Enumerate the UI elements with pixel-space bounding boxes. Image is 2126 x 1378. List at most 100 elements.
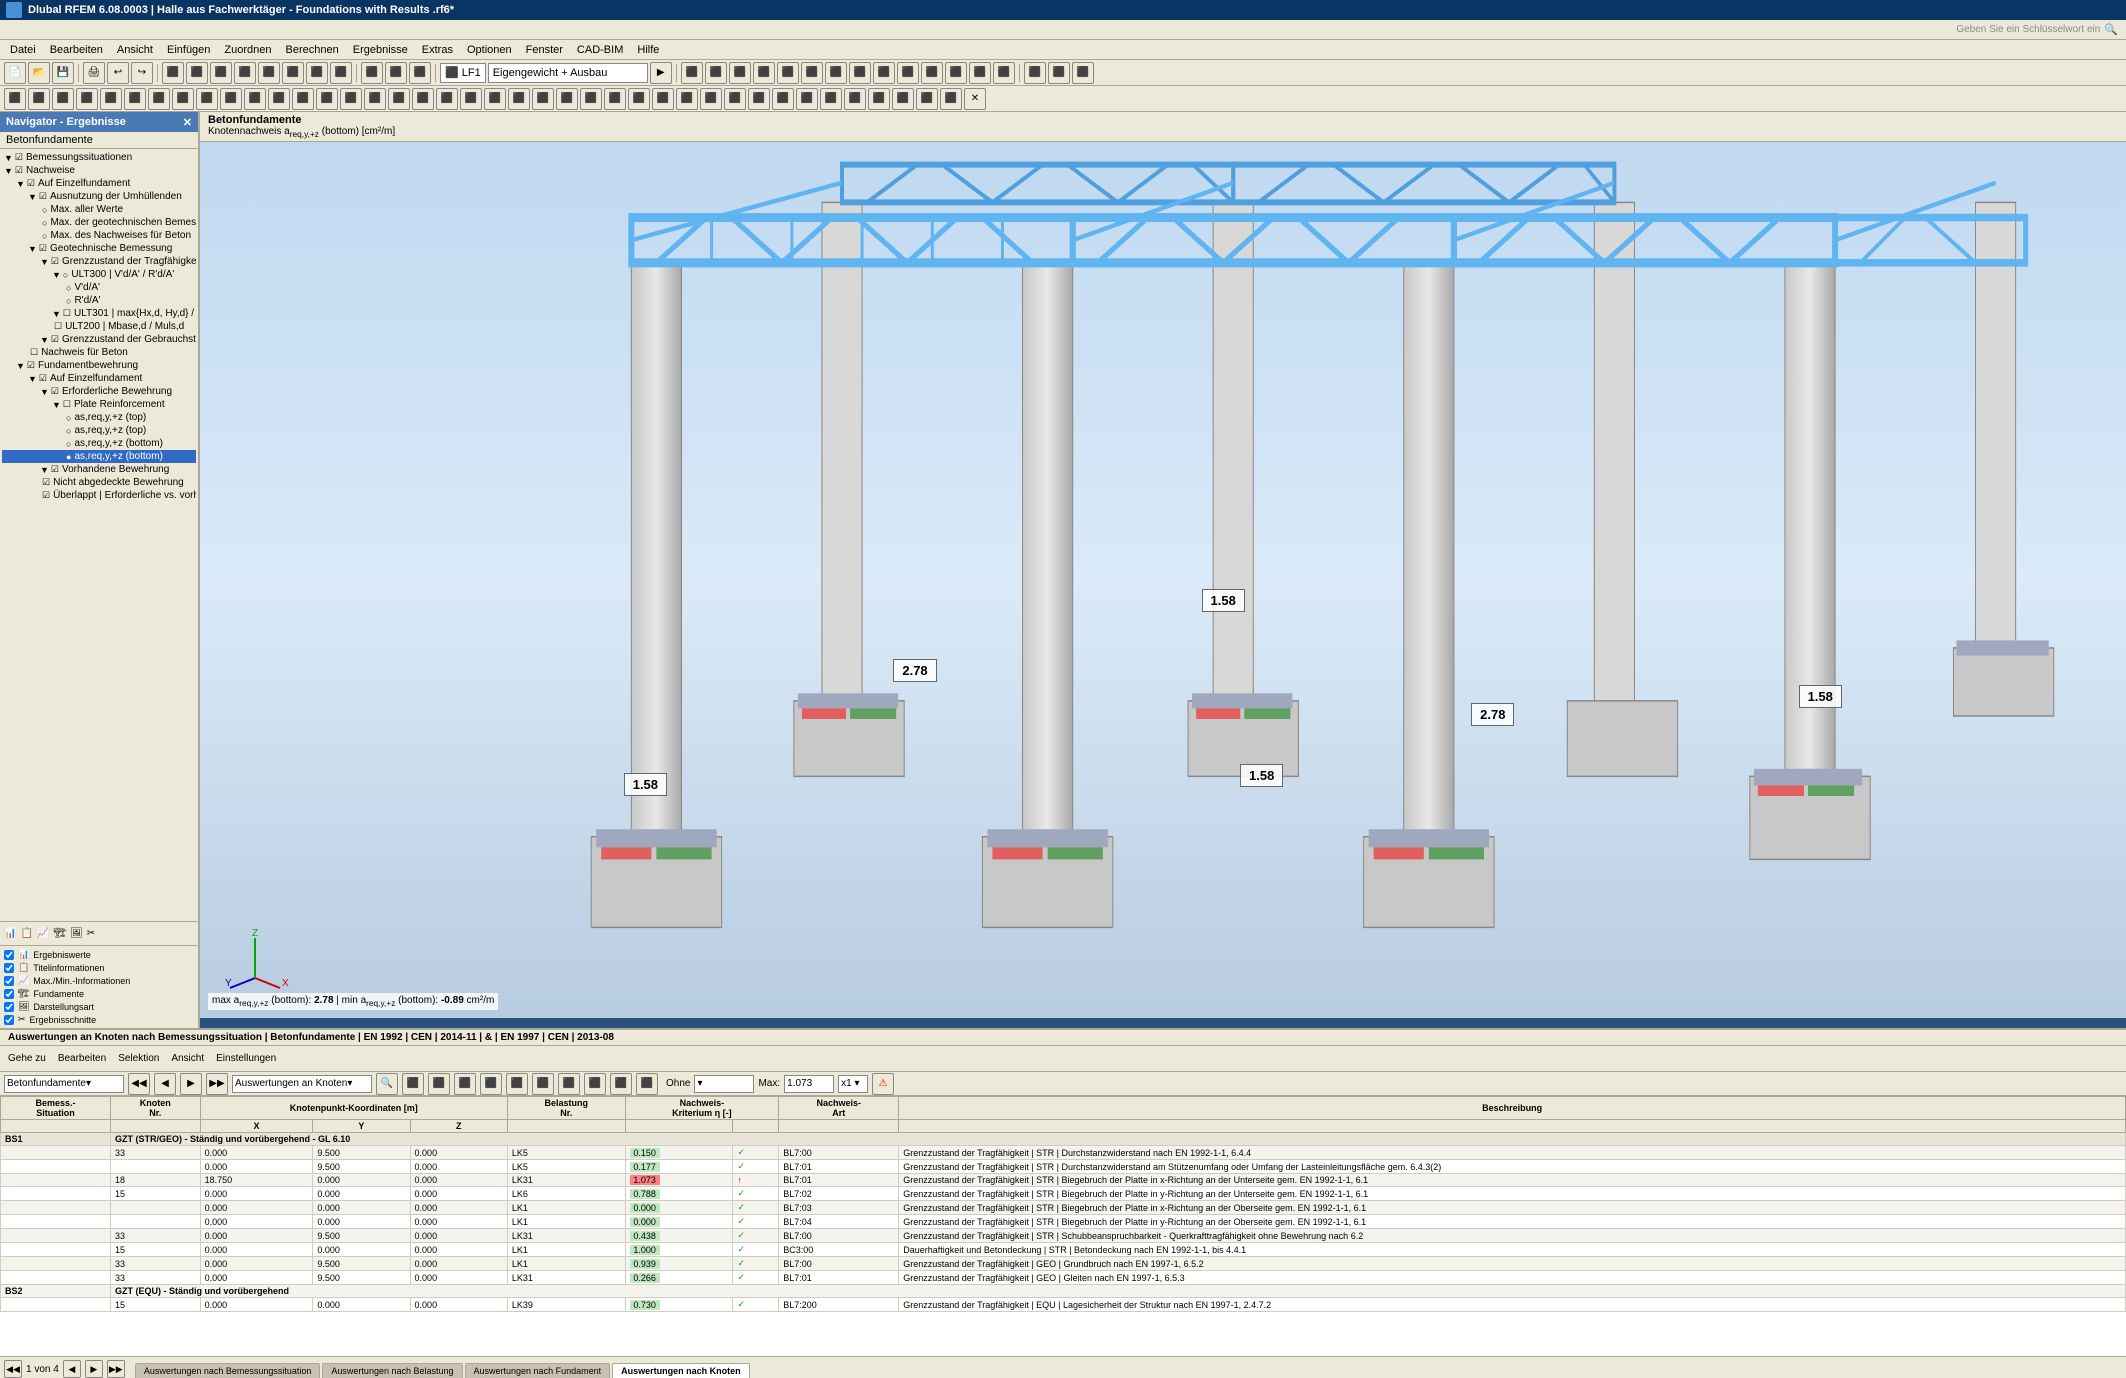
btn28[interactable]: ⬛ [993,62,1015,84]
viewport-3d[interactable]: 1.58 2.78 1.58 1.58 2.78 1.58 Y X Z [200,142,2126,1018]
table-row[interactable]: 150.0000.0000.000LK60.788✓BL7:02Grenzzus… [1,1187,2126,1201]
nav-icon-item-5[interactable]: 🖼 Darstellungsart [4,1000,194,1013]
btn24[interactable]: ⬛ [897,62,919,84]
tb2-btn31[interactable]: ⬛ [724,88,746,110]
tb2-btn8[interactable]: ⬛ [172,88,194,110]
tree-control-1[interactable]: ☑ [15,165,23,176]
nav-schnitt-icon[interactable]: ✂ [87,928,95,939]
viewport[interactable]: Betonfundamente Knotennachweis areq,y,+z… [200,112,2126,1028]
tree-item-19[interactable]: ▼☐Plate Reinforcement [2,398,196,411]
tb2-btn39[interactable]: ⬛ [916,88,938,110]
tab-fundament[interactable]: Auswertungen nach Fundament [465,1363,611,1378]
nav-icon-item-6[interactable]: ✂ Ergebnisschnitte [4,1013,194,1026]
table-row[interactable]: 0.0009.5000.000LK50.177✓BL7:01Grenzzusta… [1,1160,2126,1174]
tree-control-17[interactable]: ☑ [39,373,47,384]
res-btn3[interactable]: ⬛ [454,1073,476,1095]
new-btn[interactable]: 📄 [4,62,26,84]
tree-control-19[interactable]: ☐ [63,399,71,410]
btn3[interactable]: ⬛ [162,62,184,84]
tb2-btn32[interactable]: ⬛ [748,88,770,110]
tree-item-10[interactable]: ○V'd/A' [2,281,196,294]
tree-control-20[interactable]: ○ [66,413,71,423]
group-row-0[interactable]: BS1GZT (STR/GEO) - Ständig und vorüberge… [1,1133,2126,1146]
tb2-btn11[interactable]: ⬛ [244,88,266,110]
tab-knoten[interactable]: Auswertungen nach Knoten [612,1363,750,1378]
res-goto[interactable]: Gehe zu [4,1053,50,1064]
menu-berechnen[interactable]: Berechnen [280,43,345,57]
tree-item-0[interactable]: ▼☑Bemessungssituationen [2,151,196,164]
btn14[interactable]: ▶ [650,62,672,84]
btn18[interactable]: ⬛ [753,62,775,84]
tree-control-25[interactable]: ☑ [42,477,50,488]
res-btn7[interactable]: ⬛ [558,1073,580,1095]
tree-item-20[interactable]: ○as,req,y,+z (top) [2,411,196,424]
nav-icon-item-4[interactable]: 🏗 Fundamente [4,987,194,1000]
nav-icon-item-1[interactable]: 📊 Ergebniswerte [4,948,194,961]
tree-item-11[interactable]: ○R'd/A' [2,294,196,307]
nav-icon-item-3[interactable]: 📈 Max./Min.-Informationen [4,974,194,987]
res-btn5[interactable]: ⬛ [506,1073,528,1095]
tb2-btn12[interactable]: ⬛ [268,88,290,110]
auswertungen-dropdown[interactable]: Auswertungen an Knoten ▾ [232,1075,372,1093]
menu-extras[interactable]: Extras [416,43,459,57]
menu-hilfe[interactable]: Hilfe [631,43,665,57]
tree-control-5[interactable]: ○ [42,218,47,228]
print-btn[interactable]: 🖨 [83,62,105,84]
menu-optionen[interactable]: Optionen [461,43,518,57]
tb2-btn22[interactable]: ⬛ [508,88,530,110]
res-btn9[interactable]: ⬛ [610,1073,632,1095]
btn5[interactable]: ⬛ [210,62,232,84]
btn26[interactable]: ⬛ [945,62,967,84]
res-warning-btn[interactable]: ⚠ [872,1073,894,1095]
btn25[interactable]: ⬛ [921,62,943,84]
tb2-btn27[interactable]: ⬛ [628,88,650,110]
tree-control-11[interactable]: ○ [66,296,71,306]
tree-control-3[interactable]: ☑ [39,191,47,202]
tb2-btn24[interactable]: ⬛ [556,88,578,110]
nav-titel-check[interactable] [4,963,14,973]
btn12[interactable]: ⬛ [385,62,407,84]
table-row[interactable]: 150.0000.0000.000LK390.730✓BL7:200Grenzz… [1,1298,2126,1312]
tree-control-23[interactable]: ● [66,452,71,462]
res-bearbeiten[interactable]: Bearbeiten [54,1053,110,1064]
menu-datei[interactable]: Datei [4,43,42,57]
open-btn[interactable]: 📂 [28,62,50,84]
tb2-btn14[interactable]: ⬛ [316,88,338,110]
tree-item-8[interactable]: ▼☑Grenzzustand der Tragfähigkeit [2,255,196,268]
tb2-btn28[interactable]: ⬛ [652,88,674,110]
redo-btn[interactable]: ↪ [131,62,153,84]
tree-item-2[interactable]: ▼☑Auf Einzelfundament [2,177,196,190]
nav-icon-item-2[interactable]: 📋 Titelinformationen [4,961,194,974]
tree-control-6[interactable]: ○ [42,231,47,241]
menu-bearbeiten[interactable]: Bearbeiten [44,43,109,57]
btn6[interactable]: ⬛ [234,62,256,84]
tree-control-0[interactable]: ☑ [15,152,23,163]
menu-einfuegen[interactable]: Einfügen [161,43,216,57]
tree-control-21[interactable]: ○ [66,426,71,436]
tb2-btn2[interactable]: ⬛ [28,88,50,110]
btn4[interactable]: ⬛ [186,62,208,84]
tb2-btn7[interactable]: ⬛ [148,88,170,110]
tb2-btn1[interactable]: ⬛ [4,88,26,110]
nav-schnitt-check[interactable] [4,1015,14,1025]
tree-item-13[interactable]: ☐ULT200 | Mbase,d / Muls,d [2,320,196,333]
tree-control-4[interactable]: ○ [42,205,47,215]
btn29[interactable]: ⬛ [1024,62,1046,84]
tb2-btn25[interactable]: ⬛ [580,88,602,110]
tb2-btn9[interactable]: ⬛ [196,88,218,110]
tb2-btn10[interactable]: ⬛ [220,88,242,110]
tree-control-2[interactable]: ☑ [27,178,35,189]
tree-item-5[interactable]: ○Max. der geotechnischen Bemessung [2,216,196,229]
tree-item-23[interactable]: ●as,req,y,+z (bottom) [2,450,196,463]
nav-fund-check[interactable] [4,989,14,999]
btn19[interactable]: ⬛ [777,62,799,84]
group-row-1[interactable]: BS2GZT (EQU) - Ständig und vorübergehend [1,1285,2126,1298]
tb2-btn4[interactable]: ⬛ [76,88,98,110]
nav-prev-prev[interactable]: ◀◀ [128,1073,150,1095]
tb2-btn19[interactable]: ⬛ [436,88,458,110]
filter-btn[interactable]: 🔍 [376,1073,398,1095]
tb2-btn40[interactable]: ⬛ [940,88,962,110]
tree-item-4[interactable]: ○Max. aller Werte [2,203,196,216]
tb2-btn18[interactable]: ⬛ [412,88,434,110]
btn8[interactable]: ⬛ [282,62,304,84]
